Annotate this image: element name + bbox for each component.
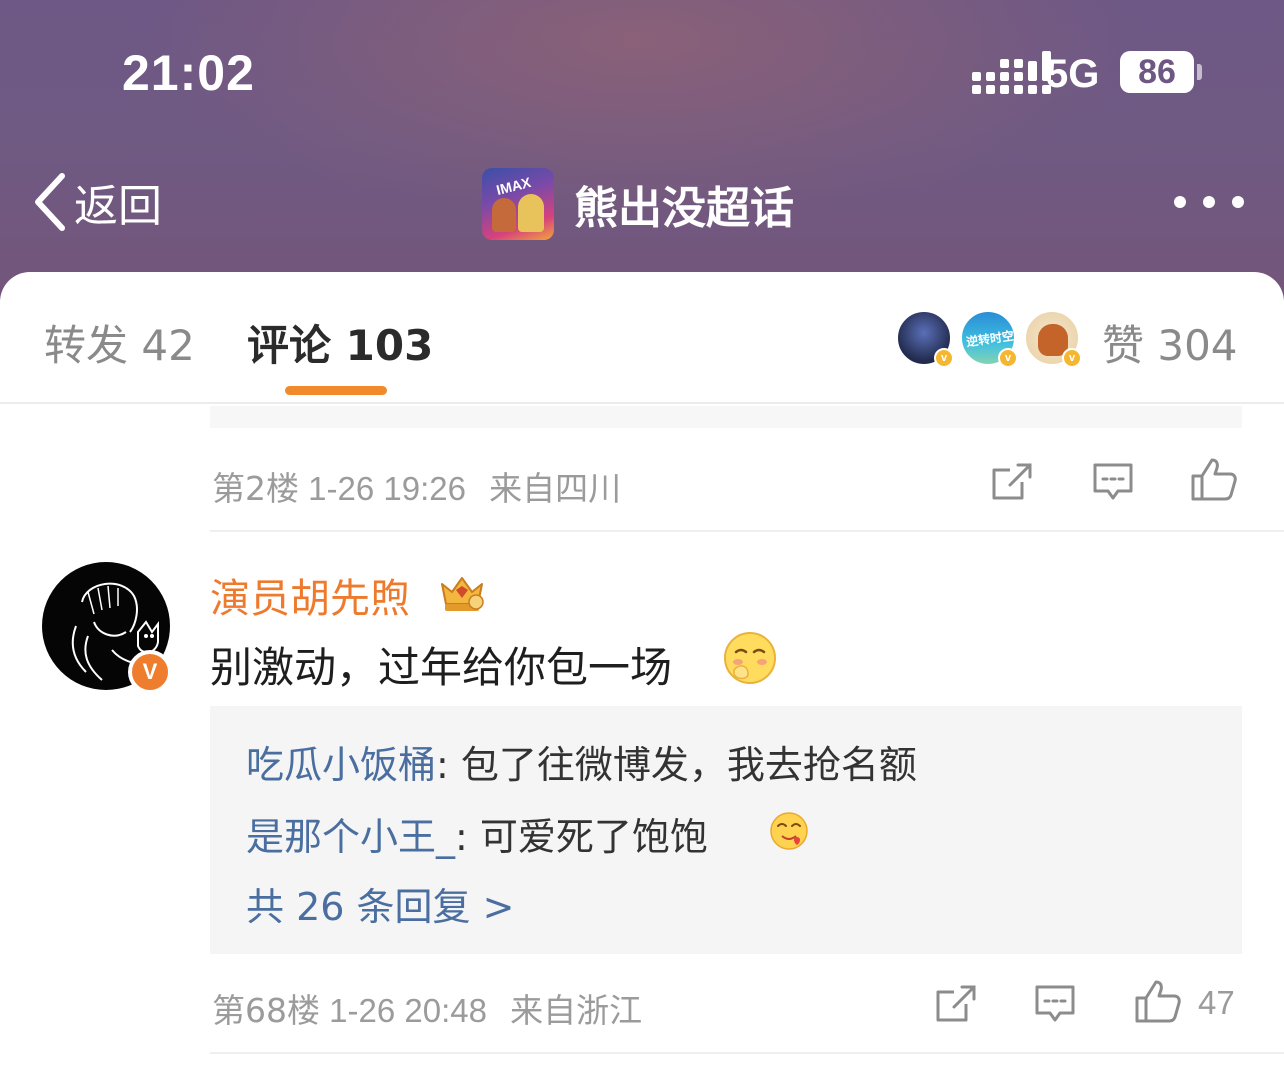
reply-author[interactable]: 吃瓜小饭桶 — [246, 743, 436, 787]
comment-meta: 第2楼 1-26 19:26 来自四川 — [212, 462, 621, 510]
comment-divider — [210, 1052, 1284, 1054]
back-label: 返回 — [74, 181, 162, 232]
battery-icon: 86 — [1120, 51, 1194, 93]
share-icon[interactable] — [990, 462, 1034, 502]
tab-like[interactable]: 赞 304 — [1102, 312, 1238, 373]
reply-text: : 可爱死了饱饱 — [455, 815, 708, 859]
tab-bar: 转发 42 评论 103 v 逆转时空 v v 赞 304 — [0, 272, 1284, 404]
more-replies-link[interactable]: 共 26 条回复 > — [246, 876, 514, 931]
like-count: 47 — [1198, 984, 1235, 1021]
comment-floor: 第2楼 — [212, 469, 299, 508]
battery-nub — [1197, 64, 1202, 80]
tab-repost[interactable]: 转发 42 — [44, 312, 195, 373]
back-button[interactable]: 返回 — [32, 170, 162, 234]
liker-avatar-text: 逆转时空 — [965, 328, 1015, 350]
crown-badge-icon[interactable] — [436, 570, 488, 614]
love-face-emoji-icon — [770, 812, 808, 850]
liker-avatars[interactable]: v 逆转时空 v v — [896, 310, 1088, 368]
verified-badge-icon: v — [998, 348, 1018, 368]
previous-reply-block — [210, 406, 1242, 428]
comment-time: 1-26 19:26 — [308, 470, 466, 507]
tab-comment[interactable]: 评论 103 — [247, 312, 433, 373]
reply-author[interactable]: 是那个小王_ — [246, 815, 455, 859]
comment-author[interactable]: 演员胡先煦 — [210, 566, 410, 624]
more-dot-icon — [1203, 196, 1215, 208]
signal-icon — [972, 51, 1051, 94]
like-icon[interactable] — [1190, 456, 1238, 502]
comment-divider — [210, 530, 1284, 532]
more-dot-icon — [1232, 196, 1244, 208]
topic-header[interactable]: IMAX 熊出没超话 — [482, 168, 794, 240]
topic-thumbnail: IMAX — [482, 168, 554, 240]
more-dot-icon — [1174, 196, 1186, 208]
reply-item[interactable]: 吃瓜小饭桶: 包了往微博发，我去抢名额 — [246, 734, 917, 789]
comment-meta: 第68楼 1-26 20:48 来自浙江 — [212, 984, 642, 1032]
verified-badge-icon: v — [934, 348, 954, 368]
shy-face-emoji-icon — [724, 632, 776, 684]
weibo-comment-screen: 21:02 5G 86 返回 IMAX 熊出没超话 转发 42 评论 103 v… — [0, 0, 1284, 1086]
reply-item[interactable]: 是那个小王_: 可爱死了饱饱 — [246, 806, 708, 861]
status-time: 21:02 — [122, 45, 255, 101]
share-icon[interactable] — [934, 984, 978, 1024]
comment-icon[interactable] — [1092, 462, 1134, 502]
comment-time: 1-26 20:48 — [329, 992, 487, 1029]
comment-location: 来自四川 — [489, 469, 622, 508]
reply-preview-block[interactable]: 吃瓜小饭桶: 包了往微博发，我去抢名额 是那个小王_: 可爱死了饱饱 共 26 … — [210, 706, 1242, 954]
liker-avatar-2: 逆转时空 v — [960, 310, 1018, 368]
comment-floor: 第68楼 — [212, 991, 320, 1030]
network-type: 5G — [1046, 52, 1100, 96]
header-background: 21:02 5G 86 返回 IMAX 熊出没超话 — [0, 0, 1284, 300]
more-options-button[interactable] — [1174, 196, 1244, 208]
verified-badge-icon: V — [128, 650, 172, 694]
verified-badge-icon: v — [1062, 348, 1082, 368]
comment-location: 来自浙江 — [510, 991, 643, 1030]
topic-title: 熊出没超话 — [574, 183, 794, 234]
liker-avatar-3: v — [1024, 310, 1082, 368]
liker-avatar-1: v — [896, 310, 954, 368]
like-icon[interactable] — [1134, 978, 1182, 1024]
comment-text: 别激动，过年给你包一场 — [210, 643, 673, 692]
content-sheet: 转发 42 评论 103 v 逆转时空 v v 赞 304 第2楼 1-26 1… — [0, 272, 1284, 1086]
chevron-left-icon — [35, 173, 65, 231]
comment-icon[interactable] — [1034, 984, 1076, 1024]
active-tab-indicator — [285, 386, 387, 395]
reply-text: : 包了往微博发，我去抢名额 — [436, 743, 917, 787]
